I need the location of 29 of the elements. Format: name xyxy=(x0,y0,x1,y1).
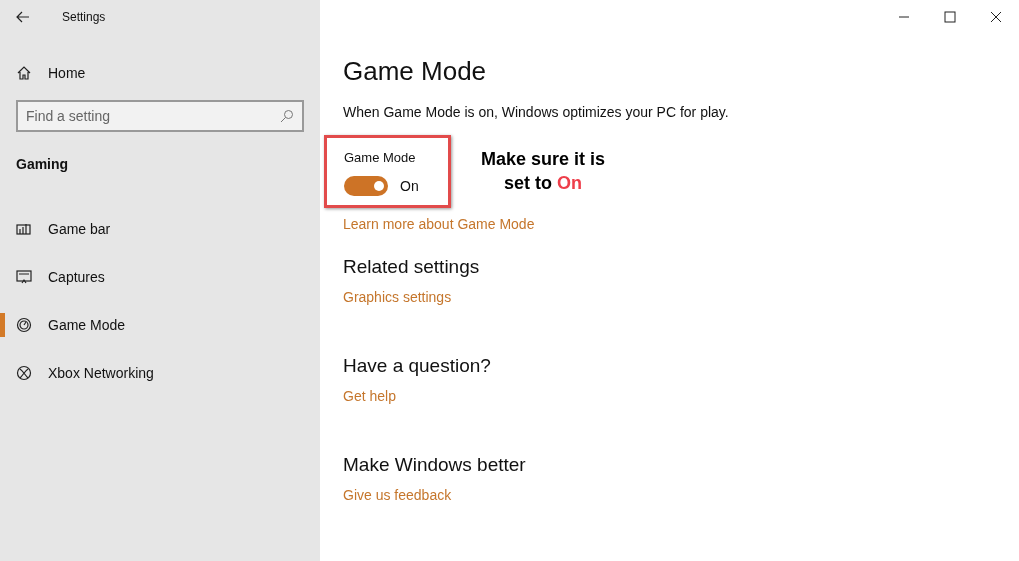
toggle-label: Game Mode xyxy=(344,149,417,167)
home-icon xyxy=(16,65,32,81)
maximize-icon xyxy=(944,11,956,23)
description: When Game Mode is on, Windows optimizes your PC for play. xyxy=(343,103,729,122)
toggle-switch[interactable] xyxy=(344,176,388,196)
back-arrow-icon xyxy=(16,11,30,23)
game-bar-icon xyxy=(16,221,32,237)
nav-item[interactable]: Game bar xyxy=(0,217,320,241)
section-heading: Related settings xyxy=(343,254,480,279)
captures-icon xyxy=(16,269,32,285)
window-title: Settings xyxy=(62,9,106,26)
settings-link[interactable]: Get help xyxy=(343,385,396,407)
home-nav-item[interactable]: Home xyxy=(0,54,320,92)
search-icon xyxy=(280,109,294,123)
close-icon xyxy=(990,11,1002,23)
xbox-icon xyxy=(16,365,32,381)
search-field[interactable]: Find a setting xyxy=(16,100,304,132)
gauge-icon xyxy=(16,317,32,333)
page-title: Game Mode xyxy=(343,55,487,88)
nav-item[interactable]: Captures xyxy=(0,265,320,289)
settings-link[interactable]: Give us feedback xyxy=(343,484,452,506)
settings-link[interactable]: Graphics settings xyxy=(343,286,452,308)
annotation-note: Make sure it is set to On xyxy=(479,148,607,196)
nav-item[interactable]: Xbox Networking xyxy=(0,361,320,385)
section-heading: Make Windows better xyxy=(343,452,526,477)
learn-more-link[interactable]: Learn more about Game Mode xyxy=(343,213,535,235)
section-heading: Gaming xyxy=(15,155,70,174)
toggle-state: On xyxy=(400,176,419,196)
section-heading: Have a question? xyxy=(343,353,491,378)
